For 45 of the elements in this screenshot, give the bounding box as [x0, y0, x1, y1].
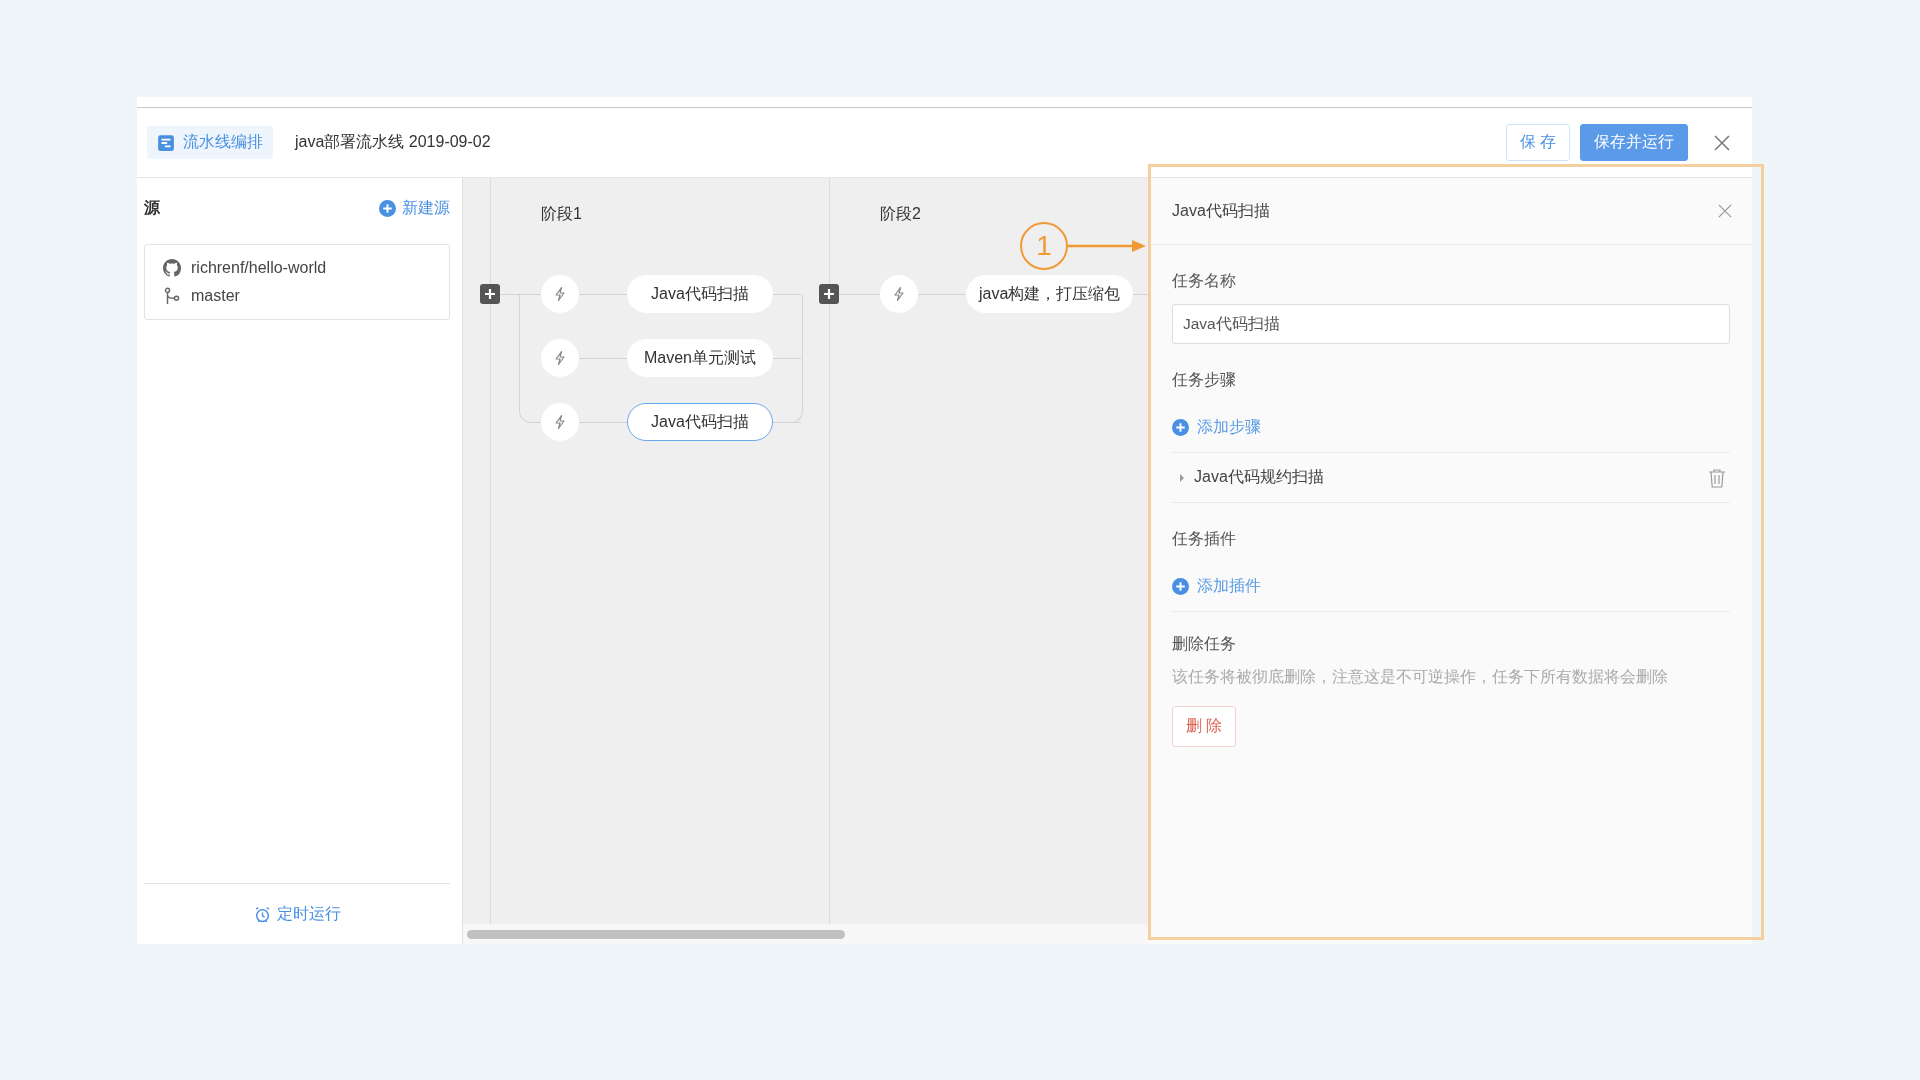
add-step-button[interactable]: 添加步骤	[1172, 417, 1730, 438]
job-node[interactable]: java构建，打压缩包	[966, 275, 1134, 313]
lightning-icon	[541, 275, 579, 313]
pipeline-icon	[157, 133, 175, 152]
field-label: 任务名称	[1172, 271, 1237, 291]
new-source-button[interactable]: 新建源	[379, 197, 450, 219]
job-node[interactable]: Maven单元测试	[627, 339, 773, 377]
repo-name: richrenf/hello-world	[191, 259, 327, 277]
close-icon[interactable]	[1714, 134, 1730, 151]
branch-icon	[163, 287, 181, 305]
schedule-button[interactable]: 定时运行	[253, 903, 341, 925]
caret-icon[interactable]	[1178, 473, 1186, 482]
delete-button[interactable]: 删 除	[1172, 706, 1237, 747]
job-node[interactable]: Java代码扫描	[627, 275, 773, 313]
pipeline-name: java部署流水线 2019-09-02	[295, 132, 491, 152]
job-node[interactable]: Java代码扫描	[627, 403, 773, 441]
section-label: 任务插件	[1172, 529, 1237, 549]
pipeline-tab[interactable]: 流水线编排	[147, 126, 273, 159]
github-icon	[163, 259, 181, 277]
add-plugin-button[interactable]: 添加插件	[1172, 576, 1730, 597]
source-title: 源	[144, 197, 160, 218]
close-icon[interactable]	[1718, 204, 1732, 218]
save-button[interactable]: 保 存	[1505, 124, 1570, 161]
panel-title: Java代码扫描	[1172, 200, 1270, 221]
section-label: 删除任务	[1172, 634, 1237, 654]
trash-icon[interactable]	[1708, 467, 1726, 488]
section-label: 任务步骤	[1172, 370, 1237, 390]
save-and-run-button[interactable]: 保存并运行	[1580, 124, 1688, 161]
stage-title: 阶段2	[880, 204, 922, 224]
lightning-icon	[541, 339, 579, 377]
lightning-icon	[880, 275, 918, 313]
add-stage-icon[interactable]	[480, 284, 500, 304]
scrollbar[interactable]	[467, 929, 845, 939]
stage-title: 阶段1	[541, 204, 583, 224]
lightning-icon	[541, 403, 579, 441]
callout-number: 1	[1020, 222, 1068, 270]
add-stage-icon[interactable]	[819, 284, 839, 304]
step-name[interactable]: Java代码规约扫描	[1194, 467, 1700, 488]
plus-icon	[1172, 419, 1189, 436]
delete-hint: 该任务将被彻底删除，注意这是不可逆操作，任务下所有数据将会删除	[1172, 667, 1669, 687]
branch-name: master	[191, 287, 240, 305]
alarm-clock-icon	[253, 905, 271, 923]
task-name-input[interactable]: Java代码扫描	[1172, 304, 1730, 344]
plus-icon	[379, 199, 396, 217]
plus-icon	[1172, 578, 1189, 595]
